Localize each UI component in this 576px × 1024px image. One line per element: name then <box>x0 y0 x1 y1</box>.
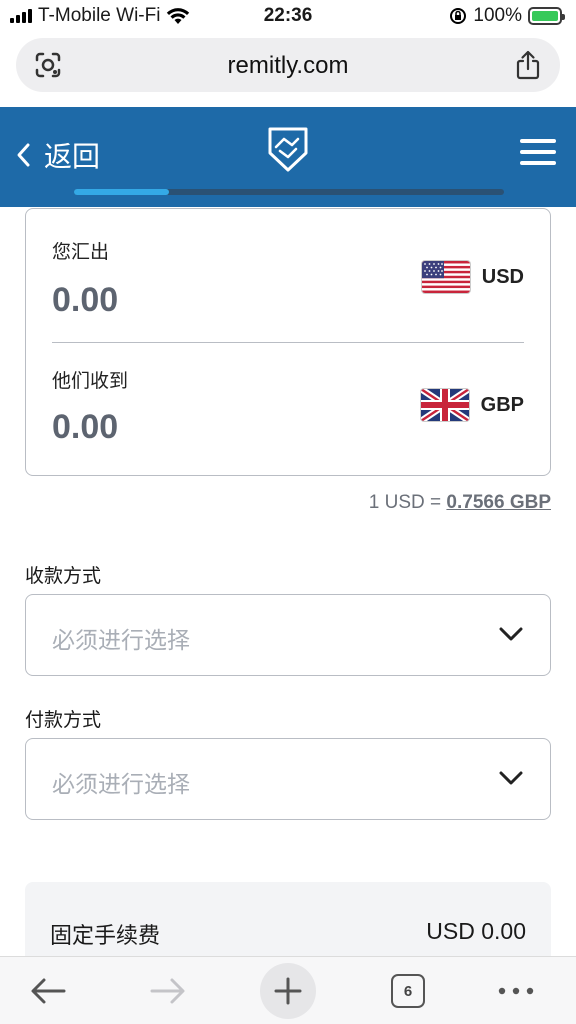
progress-bar <box>74 189 504 195</box>
status-right: 100% <box>449 5 565 27</box>
share-icon[interactable] <box>514 50 542 80</box>
arrow-right-icon <box>150 978 185 1004</box>
send-currency-selector[interactable]: USD <box>421 261 524 293</box>
delivery-method-label: 收款方式 <box>25 565 102 587</box>
rate-prefix: 1 USD = <box>368 492 442 513</box>
address-bar[interactable]: remitly.com <box>16 38 560 92</box>
progress-fill <box>74 189 169 195</box>
back-chevron-icon <box>17 143 30 167</box>
url-text[interactable]: remitly.com <box>16 52 560 80</box>
site-header: 返回 <box>0 107 576 207</box>
browser-toolbar: 6 <box>0 956 576 1024</box>
battery-icon <box>528 7 565 25</box>
new-tab-button[interactable] <box>260 963 316 1019</box>
chevron-down-icon <box>499 627 523 641</box>
back-button[interactable]: 返回 <box>16 135 100 175</box>
send-amount-input[interactable]: 0.00 <box>52 281 118 320</box>
tabs-button[interactable]: 6 <box>384 967 432 1015</box>
fee-value: USD 0.00 <box>426 918 526 944</box>
back-nav-button[interactable] <box>24 967 72 1015</box>
card-divider <box>52 342 524 343</box>
payment-method-select[interactable]: 必须进行选择 <box>25 738 551 820</box>
payment-method-label: 付款方式 <box>25 709 102 731</box>
send-label: 您汇出 <box>52 241 110 263</box>
uk-flag-icon <box>420 389 469 421</box>
receive-currency-code: GBP <box>480 393 524 416</box>
tab-count: 6 <box>391 974 425 1008</box>
delivery-method-placeholder: 必须进行选择 <box>52 628 190 654</box>
receive-label: 他们收到 <box>52 370 129 392</box>
fee-label: 固定手续费 <box>50 924 161 949</box>
chevron-down-icon <box>499 771 523 785</box>
more-button[interactable] <box>492 967 540 1015</box>
amount-card: 您汇出 0.00 USD 他们收到 0.00 GBP <box>25 208 551 476</box>
hamburger-menu-icon[interactable] <box>520 139 556 167</box>
more-icon <box>498 987 534 995</box>
arrow-left-icon <box>31 978 66 1004</box>
receive-amount-input[interactable]: 0.00 <box>52 408 118 447</box>
forward-nav-button[interactable] <box>144 967 192 1015</box>
payment-method-placeholder: 必须进行选择 <box>52 772 190 798</box>
receive-currency-selector[interactable]: GBP <box>420 389 524 421</box>
status-bar: T-Mobile Wi-Fi 22:36 100% <box>0 0 576 34</box>
battery-percent: 100% <box>473 5 522 26</box>
exchange-rate: 1 USD = 0.7566 GBP <box>369 492 551 514</box>
rate-value-link[interactable]: 0.7566 GBP <box>446 492 551 513</box>
send-currency-code: USD <box>481 265 524 288</box>
us-flag-icon <box>421 261 470 293</box>
plus-icon <box>274 977 302 1005</box>
back-label: 返回 <box>44 140 101 173</box>
delivery-method-select[interactable]: 必须进行选择 <box>25 594 551 676</box>
orientation-lock-icon <box>450 8 467 24</box>
remitly-logo-icon[interactable] <box>266 125 310 173</box>
